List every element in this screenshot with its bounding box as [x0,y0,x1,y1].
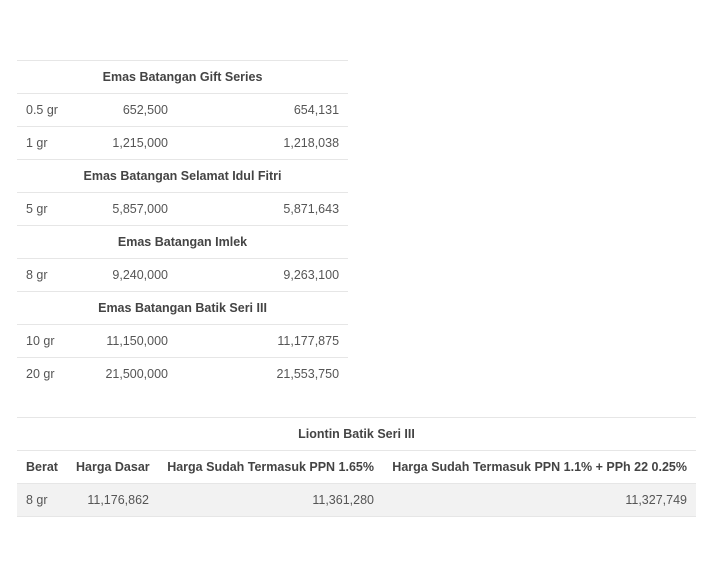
weight-cell: 10 gr [17,324,77,358]
table-row: 5 gr 5,857,000 5,871,643 [17,192,349,226]
column-header-base-price: Harga Dasar [67,450,158,484]
base-price-cell: 11,150,000 [77,324,177,358]
section-title-liontin: Liontin Batik Seri III [17,417,696,451]
base-price-cell: 5,857,000 [77,192,177,226]
base-price-cell: 21,500,000 [77,357,177,390]
section-title-imlek: Emas Batangan Imlek [17,225,349,259]
weight-cell: 0.5 gr [17,93,77,127]
weight-cell: 8 gr [17,258,77,292]
table-row: 20 gr 21,500,000 21,553,750 [17,357,349,390]
weight-cell: 8 gr [17,483,67,517]
final-price-cell: 5,871,643 [177,192,349,226]
section-header-row: Emas Batangan Selamat Idul Fitri [17,159,349,193]
final-price-cell: 21,553,750 [177,357,349,390]
base-price-cell: 652,500 [77,93,177,127]
column-header-row: Berat Harga Dasar Harga Sudah Termasuk P… [17,450,696,484]
table-row: 8 gr 9,240,000 9,263,100 [17,258,349,292]
section-title-batik-seri-iii: Emas Batangan Batik Seri III [17,291,349,325]
table-row: 10 gr 11,150,000 11,177,875 [17,324,349,358]
gold-bar-price-table: Emas Batangan Gift Series 0.5 gr 652,500… [17,60,349,390]
final-price-cell: 11,177,875 [177,324,349,358]
ppn-price-cell: 11,361,280 [158,483,383,517]
weight-cell: 5 gr [17,192,77,226]
table-row: 1 gr 1,215,000 1,218,038 [17,126,349,160]
base-price-cell: 1,215,000 [77,126,177,160]
column-header-weight: Berat [17,450,67,484]
final-price-cell: 654,131 [177,93,349,127]
column-header-ppn-pph: Harga Sudah Termasuk PPN 1.1% + PPh 22 0… [383,450,696,484]
section-title-gift-series: Emas Batangan Gift Series [17,60,349,94]
table-row: 8 gr 11,176,862 11,361,280 11,327,749 [17,483,696,517]
section-header-row: Liontin Batik Seri III [17,417,696,451]
ppn-pph-price-cell: 11,327,749 [383,483,696,517]
base-price-cell: 11,176,862 [67,483,158,517]
weight-cell: 1 gr [17,126,77,160]
column-header-ppn: Harga Sudah Termasuk PPN 1.65% [158,450,383,484]
section-header-row: Emas Batangan Gift Series [17,60,349,94]
pendant-price-table: Liontin Batik Seri III Berat Harga Dasar… [17,417,696,517]
final-price-cell: 1,218,038 [177,126,349,160]
section-title-idul-fitri: Emas Batangan Selamat Idul Fitri [17,159,349,193]
table-row: 0.5 gr 652,500 654,131 [17,93,349,127]
section-header-row: Emas Batangan Imlek [17,225,349,259]
base-price-cell: 9,240,000 [77,258,177,292]
final-price-cell: 9,263,100 [177,258,349,292]
weight-cell: 20 gr [17,357,77,390]
section-header-row: Emas Batangan Batik Seri III [17,291,349,325]
